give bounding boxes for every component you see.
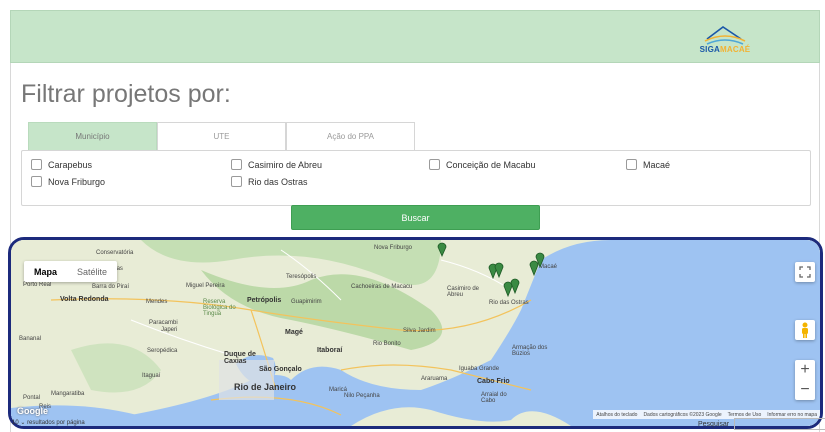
street-view-pegman-button[interactable]	[795, 320, 815, 340]
option-rio-das-ostras[interactable]: Rio das Ostras	[231, 176, 308, 187]
top-header: SIGAMACAÉ	[10, 10, 820, 63]
checkbox-casimiro-de-abreu[interactable]	[231, 159, 242, 170]
fullscreen-icon	[799, 266, 811, 278]
page-title: Filtrar projetos por:	[21, 80, 231, 108]
option-label: Nova Friburgo	[48, 176, 106, 187]
option-conceicao-de-macabu[interactable]: Conceição de Macabu	[429, 159, 536, 170]
map-highlight-frame: Conservatória Vassouras Porto Real Barra…	[8, 237, 823, 429]
checkbox-macae[interactable]	[626, 159, 637, 170]
map-project-markers	[437, 242, 545, 298]
option-label: Casimiro de Abreu	[248, 159, 323, 170]
table-search-label: Pesquisar	[698, 420, 730, 428]
filter-tabs: Município UTE Ação do PPA	[28, 122, 415, 151]
map-type-control: Mapa Satélite	[24, 261, 118, 282]
option-label: Rio das Ostras	[248, 176, 308, 187]
pegman-icon	[802, 322, 808, 338]
map-canvas[interactable]: Conservatória Vassouras Porto Real Barra…	[11, 240, 820, 426]
map-type-mapa[interactable]: Mapa	[24, 261, 67, 282]
google-logo[interactable]: Google	[17, 406, 48, 416]
fullscreen-button[interactable]	[795, 262, 815, 282]
option-label: Conceição de Macabu	[446, 159, 536, 170]
municipio-options: Carapebus Casimiro de Abreu Conceição de…	[21, 150, 811, 206]
zoom-in-button[interactable]: +	[800, 360, 809, 380]
tab-ute[interactable]: UTE	[157, 122, 286, 151]
option-carapebus[interactable]: Carapebus	[31, 159, 92, 170]
option-label: Macaé	[643, 159, 671, 170]
page-size-label: resultados por página	[27, 420, 85, 426]
report-error-link[interactable]: Informar erro no mapa	[764, 412, 820, 418]
tab-municipio[interactable]: Município	[28, 122, 157, 151]
search-button[interactable]: Buscar	[291, 205, 540, 230]
option-label: Carapebus	[48, 159, 93, 170]
page-size-control[interactable]: 10 ⌄ resultados por página	[12, 419, 85, 426]
map-data-credit: Dados cartográficos ©2023 Google	[643, 411, 722, 418]
option-casimiro-de-abreu[interactable]: Casimiro de Abreu	[231, 159, 322, 170]
tab-acao-ppa[interactable]: Ação do PPA	[286, 122, 415, 151]
chevron-down-icon: ⌄	[20, 420, 26, 426]
map-type-satelite[interactable]: Satélite	[67, 261, 117, 282]
checkbox-nova-friburgo[interactable]	[31, 176, 42, 187]
checkbox-conceicao-de-macabu[interactable]	[429, 159, 440, 170]
option-macae[interactable]: Macaé	[626, 159, 670, 170]
logo-text-part2: MACAÉ	[720, 45, 751, 54]
table-search-input[interactable]	[734, 418, 825, 430]
page-size-select[interactable]: 10	[12, 420, 19, 426]
table-search: Pesquisar	[698, 418, 825, 430]
logo-text-part1: SIGA	[699, 45, 720, 54]
siga-macae-logo[interactable]: SIGAMACAÉ	[693, 19, 757, 59]
option-nova-friburgo[interactable]: Nova Friburgo	[31, 176, 105, 187]
terms-link[interactable]: Termos de Uso	[725, 412, 765, 418]
logo-wave-icon	[704, 26, 746, 45]
checkbox-carapebus[interactable]	[31, 159, 42, 170]
logo-text: SIGAMACAÉ	[693, 45, 757, 54]
zoom-control: + −	[795, 360, 815, 400]
checkbox-rio-das-ostras[interactable]	[231, 176, 242, 187]
keyboard-shortcuts-link[interactable]: Atalhos do teclado	[593, 412, 640, 418]
project-marker-icon[interactable]	[437, 242, 545, 298]
zoom-out-button[interactable]: −	[800, 380, 809, 400]
